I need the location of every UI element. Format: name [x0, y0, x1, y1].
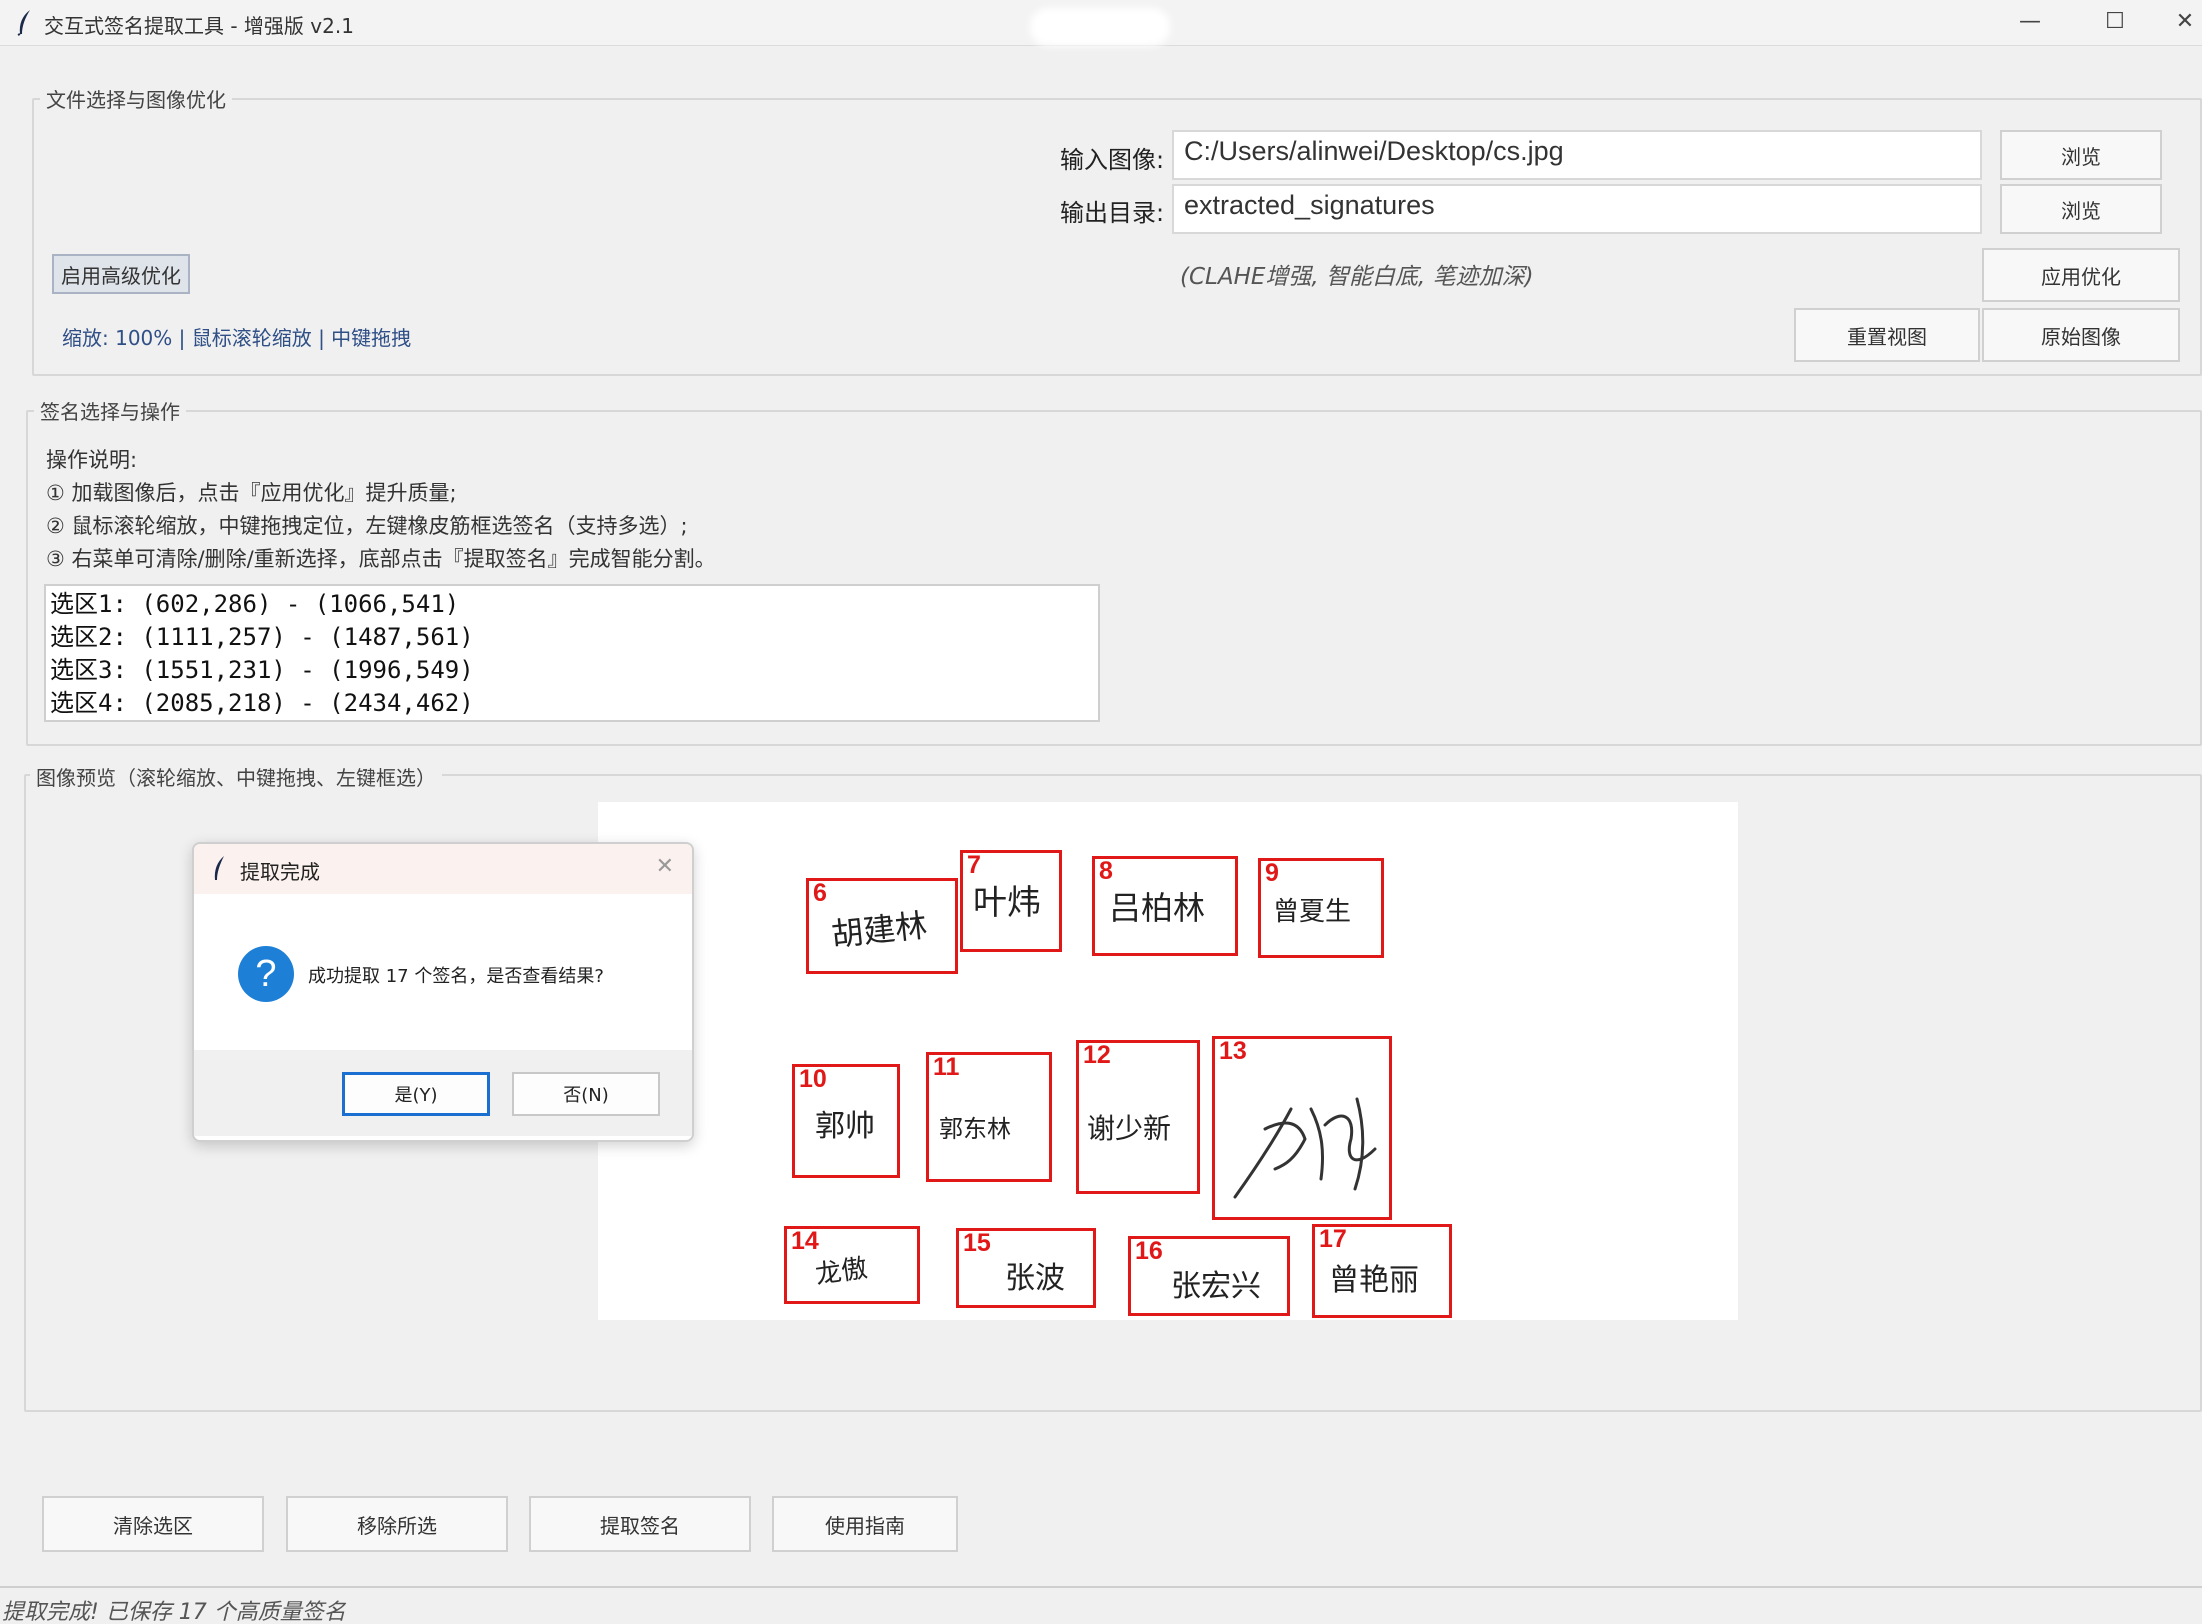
- signature-number: 14: [791, 1227, 819, 1255]
- title-bar: 交互式签名提取工具 - 增强版 v2.1 — ☐ ✕: [0, 0, 2202, 46]
- signature-number: 12: [1083, 1041, 1111, 1069]
- signature-ink: 叶炜: [973, 883, 1041, 923]
- dialog-message: 成功提取 17 个签名，是否查看结果?: [308, 966, 604, 987]
- advanced-optimize-toggle[interactable]: 启用高级优化: [52, 254, 190, 294]
- signature-ink: 曾艳丽: [1329, 1263, 1419, 1298]
- signature-box-11[interactable]: 11 郭东林: [926, 1052, 1052, 1182]
- list-item[interactable]: 选区4: (2085,218) - (2434,462): [50, 687, 1094, 720]
- signature-ink: 郭帅: [815, 1109, 875, 1144]
- maximize-button[interactable]: ☐: [2085, 4, 2145, 40]
- signature-box-15[interactable]: 15 张波: [956, 1228, 1096, 1308]
- signature-box-8[interactable]: 8 吕柏林: [1092, 856, 1238, 956]
- browse-output-button[interactable]: 浏览: [2000, 184, 2162, 234]
- signature-ink: 龙傲: [813, 1253, 870, 1291]
- window-title: 交互式签名提取工具 - 增强版 v2.1: [44, 14, 354, 38]
- signature-ink: 曾夏生: [1273, 897, 1352, 927]
- signature-box-10[interactable]: 10 郭帅: [792, 1064, 900, 1178]
- preview-group-label: 图像预览（滚轮缩放、中键拖拽、左键框选）: [30, 762, 442, 791]
- output-dir-label: 输出目录:: [1060, 199, 1165, 227]
- signature-ink: 吕柏林: [1109, 889, 1206, 927]
- signature-number: 10: [799, 1065, 827, 1093]
- dialog-title: 提取完成: [240, 860, 320, 884]
- signature-number: 9: [1265, 859, 1279, 887]
- apply-optimize-button[interactable]: 应用优化: [1982, 248, 2180, 302]
- instruction-line: ③ 右菜单可清除/删除/重新选择，底部点击『提取签名』完成智能分割。: [46, 547, 716, 571]
- instruction-line: ② 鼠标滚轮缩放，中键拖拽定位，左键橡皮筋框选签名（支持多选）;: [46, 514, 688, 538]
- yes-button[interactable]: 是(Y): [342, 1072, 490, 1116]
- redacted-area: [1030, 8, 1170, 46]
- user-guide-button[interactable]: 使用指南: [772, 1496, 958, 1552]
- selection-list[interactable]: 选区1: (602,286) - (1066,541) 选区2: (1111,2…: [44, 584, 1100, 722]
- zoom-info: 缩放: 100% | 鼠标滚轮缩放 | 中键拖拽: [62, 326, 412, 350]
- instructions: 操作说明: ① 加载图像后，点击『应用优化』提升质量; ② 鼠标滚轮缩放，中键拖…: [46, 444, 716, 576]
- close-button[interactable]: ✕: [2168, 4, 2202, 40]
- feather-icon: [17, 10, 30, 36]
- input-image-field[interactable]: C:/Users/alinwei/Desktop/cs.jpg: [1172, 130, 1982, 180]
- signature-box-12[interactable]: 12 谢少新: [1076, 1040, 1200, 1194]
- instruction-title: 操作说明:: [46, 448, 138, 472]
- extract-signatures-button[interactable]: 提取签名: [529, 1496, 751, 1552]
- close-icon[interactable]: ✕: [656, 854, 674, 879]
- input-image-label: 输入图像:: [1060, 146, 1165, 174]
- signature-ink: 郭东林: [939, 1115, 1011, 1143]
- signature-number: 11: [933, 1053, 960, 1081]
- signature-number: 16: [1135, 1237, 1163, 1265]
- select-group-label: 签名选择与操作: [34, 396, 186, 425]
- signature-box-13[interactable]: 13: [1212, 1036, 1392, 1220]
- list-item[interactable]: 选区2: (1111,257) - (1487,561): [50, 621, 1094, 654]
- reset-view-button[interactable]: 重置视图: [1794, 308, 1980, 362]
- signature-number: 13: [1219, 1037, 1247, 1065]
- signature-ink: [1233, 1097, 1377, 1199]
- optimize-hint: (CLAHE增强, 智能白底, 笔迹加深): [1180, 264, 1534, 290]
- clear-selection-button[interactable]: 清除选区: [42, 1496, 264, 1552]
- feather-icon: [214, 856, 224, 880]
- remove-selected-button[interactable]: 移除所选: [286, 1496, 508, 1552]
- signature-image: 6 胡建林 7 叶炜 8 吕柏林 9 曾夏生 10 郭帅 11 郭东林 12 谢…: [598, 802, 1738, 1320]
- signature-box-6[interactable]: 6 胡建林: [806, 878, 958, 974]
- original-image-button[interactable]: 原始图像: [1982, 308, 2180, 362]
- no-button[interactable]: 否(N): [512, 1072, 660, 1116]
- extract-complete-dialog: 提取完成 ✕ ? 成功提取 17 个签名，是否查看结果? 是(Y) 否(N): [192, 842, 694, 1142]
- status-bar: 提取完成! 已保存 17 个高质量签名: [0, 1586, 2202, 1624]
- signature-ink: 谢少新: [1087, 1112, 1172, 1145]
- signature-number: 15: [963, 1229, 991, 1257]
- signature-number: 6: [813, 879, 827, 907]
- signature-ink: 胡建林: [829, 906, 929, 954]
- signature-ink: 张波: [1005, 1261, 1065, 1296]
- instruction-line: ① 加载图像后，点击『应用优化』提升质量;: [46, 481, 457, 505]
- signature-box-17[interactable]: 17 曾艳丽: [1312, 1224, 1452, 1318]
- signature-box-14[interactable]: 14 龙傲: [784, 1226, 920, 1304]
- signature-number: 8: [1099, 857, 1113, 885]
- list-item[interactable]: 选区3: (1551,231) - (1996,549): [50, 654, 1094, 687]
- signature-box-16[interactable]: 16 张宏兴: [1128, 1236, 1290, 1316]
- signature-box-9[interactable]: 9 曾夏生: [1258, 858, 1384, 958]
- output-dir-field[interactable]: extracted_signatures: [1172, 184, 1982, 234]
- list-item[interactable]: 选区1: (602,286) - (1066,541): [50, 588, 1094, 621]
- signature-number: 17: [1319, 1225, 1347, 1253]
- file-group-label: 文件选择与图像优化: [40, 84, 232, 113]
- question-icon: ?: [238, 946, 294, 1002]
- minimize-button[interactable]: —: [2000, 4, 2060, 40]
- signature-ink: 张宏兴: [1171, 1269, 1261, 1304]
- browse-input-button[interactable]: 浏览: [2000, 130, 2162, 180]
- status-text: 提取完成! 已保存 17 个高质量签名: [2, 1600, 346, 1624]
- signature-box-7[interactable]: 7 叶炜: [960, 850, 1062, 952]
